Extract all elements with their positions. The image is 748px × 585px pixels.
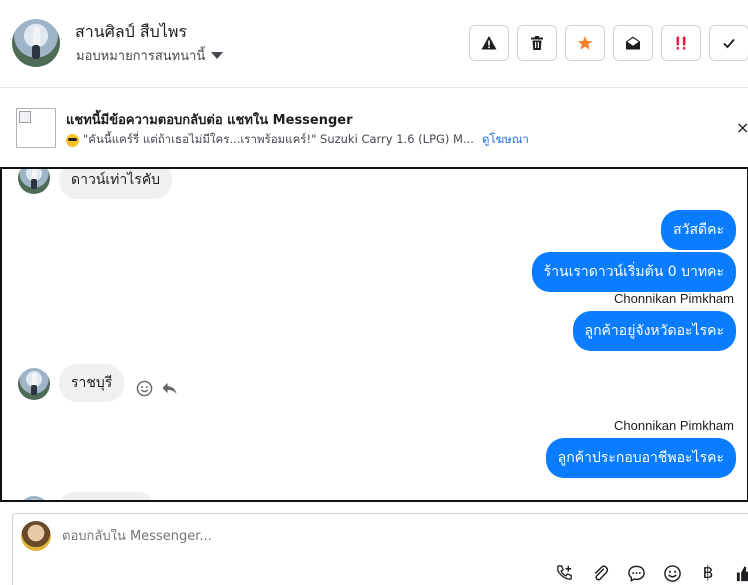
thumbs-up-icon[interactable]: [733, 562, 748, 584]
sender-name: Chonnikan Pimkham: [614, 291, 734, 306]
emoji-react-icon[interactable]: [136, 380, 153, 397]
contact-name[interactable]: สานศิลป์ สืบไพร: [75, 20, 187, 45]
reply-icon[interactable]: [161, 380, 178, 397]
conversation-header: สานศิลป์ สืบไพร มอบหมายการสนทนานี้: [0, 0, 748, 88]
ad-title: แชทนี้มีข้อความตอบกลับต่อ แชทใน Messenge…: [66, 113, 353, 128]
chevron-down-icon: [211, 52, 224, 59]
ad-thumbnail[interactable]: [16, 108, 56, 148]
message-outgoing[interactable]: สวัสดีคะ: [661, 210, 736, 250]
message-actions: [136, 380, 178, 397]
chat-bubble-icon[interactable]: [625, 562, 647, 584]
reply-composer: ฿: [12, 513, 748, 585]
close-icon[interactable]: ×: [736, 118, 748, 137]
sender-name: Chonnikan Pimkham: [614, 418, 734, 433]
composer-toolbar: ฿: [553, 562, 748, 584]
mark-done-button[interactable]: [709, 25, 748, 61]
sunglasses-emoji-icon: [66, 133, 79, 147]
mark-unread-button[interactable]: [613, 25, 653, 61]
warning-icon: [481, 36, 497, 50]
view-ad-link[interactable]: ดูโฆษณา: [482, 131, 529, 149]
message-thread[interactable]: ดาวน์เท่าไรคับ สวัสดีคะ ร้านเราดาวน์เริ่…: [0, 167, 748, 502]
contact-avatar-small: [18, 496, 50, 500]
envelope-open-icon: [626, 36, 640, 50]
delete-button[interactable]: [517, 25, 557, 61]
assign-label: มอบหมายการสนทนานี้: [76, 49, 206, 64]
assign-conversation-dropdown[interactable]: มอบหมายการสนทนานี้: [76, 45, 224, 66]
trash-icon: [531, 36, 543, 50]
priority-button[interactable]: [661, 25, 701, 61]
baht-icon[interactable]: ฿: [697, 562, 719, 584]
ad-context-banner: แชทนี้มีข้อความตอบกลับต่อ แชทใน Messenge…: [0, 104, 748, 154]
user-avatar: [21, 521, 51, 551]
message-outgoing[interactable]: ลูกค้าอยู่จังหวัดอะไรคะ: [572, 311, 736, 351]
message-incoming[interactable]: ดาวน์เท่าไรคับ: [59, 169, 173, 199]
reply-input[interactable]: [62, 529, 662, 544]
check-icon: [723, 38, 735, 49]
message-incoming[interactable]: ราชบุรี: [59, 364, 125, 402]
ad-snippet: "คันนี้แคร์รี่ แต่ถ้าเธอไม่มีใคร...เราพร…: [83, 132, 474, 146]
star-icon: [577, 36, 593, 50]
emoji-icon[interactable]: [661, 562, 683, 584]
contact-avatar[interactable]: [12, 19, 60, 67]
attachment-icon[interactable]: [589, 562, 611, 584]
mark-spam-button[interactable]: [469, 25, 509, 61]
call-add-icon[interactable]: [553, 562, 575, 584]
contact-avatar-small: [18, 368, 50, 400]
contact-avatar-small: [18, 169, 50, 194]
ad-snippet-row: "คันนี้แคร์รี่ แต่ถ้าเธอไม่มีใคร...เราพร…: [66, 131, 529, 149]
message-outgoing[interactable]: ลูกค้าประกอบอาชีพอะไรคะ: [545, 438, 736, 478]
message-incoming[interactable]: [59, 492, 154, 500]
star-button[interactable]: [565, 25, 605, 61]
message-outgoing[interactable]: ร้านเราดาวน์เริ่มต้น 0 บาทคะ: [531, 252, 736, 292]
priority-icon: [676, 36, 686, 50]
